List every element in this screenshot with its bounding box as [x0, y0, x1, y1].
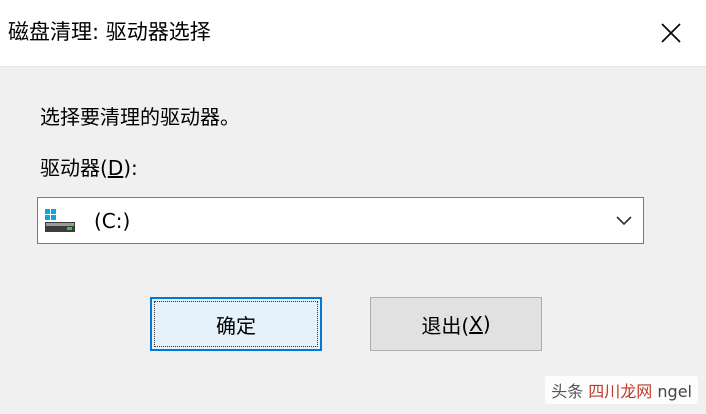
ok-button[interactable]: 确定 [150, 297, 322, 351]
exit-label-accelerator: X [469, 312, 483, 336]
instruction-text: 选择要清理的驱动器。 [40, 105, 240, 129]
watermark-brand: 头条 [551, 382, 584, 401]
exit-label-suffix: ) [482, 312, 491, 336]
drive-select-value: (C:) [94, 209, 131, 233]
drive-label-accelerator: D [107, 156, 124, 180]
drive-label-suffix: ): [123, 156, 138, 180]
close-icon [661, 23, 681, 43]
close-button[interactable] [636, 0, 706, 66]
ok-button-label: 确定 [216, 313, 256, 338]
windows-drive-icon [45, 209, 75, 232]
watermark-suffix: ngel [657, 382, 692, 401]
drive-label: 驱动器(D): [40, 152, 138, 181]
window-title: 磁盘清理: 驱动器选择 [8, 20, 211, 44]
title-bar: 磁盘清理: 驱动器选择 [0, 0, 706, 67]
drive-label-prefix: 驱动器( [40, 156, 108, 180]
exit-button[interactable]: 退出(X) [370, 297, 542, 351]
drive-select[interactable]: (C:) [37, 197, 644, 244]
chevron-down-icon [616, 216, 632, 226]
disk-cleanup-dialog: 磁盘清理: 驱动器选择 选择要清理的驱动器。 驱动器(D): (C:) 确定 退… [0, 0, 706, 414]
watermark: 头条 四川龙网 ngel [545, 376, 698, 404]
watermark-site: 四川龙网 [588, 382, 653, 401]
exit-label-prefix: 退出( [421, 313, 470, 338]
